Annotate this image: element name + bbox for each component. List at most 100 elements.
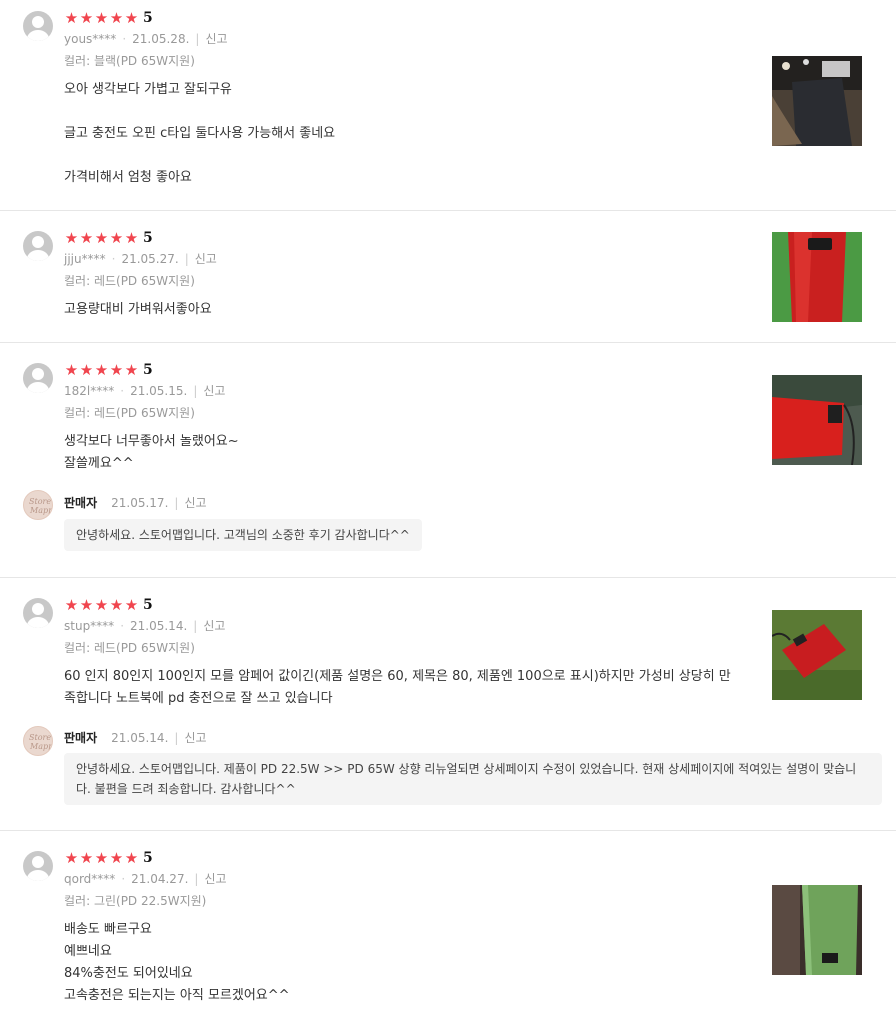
user-avatar (23, 363, 53, 393)
review-line: 배송도 빠르구요 (64, 922, 152, 937)
seller-logo-text: Store (29, 733, 52, 742)
dot-divider: · (120, 618, 125, 633)
report-link[interactable]: 신고 (203, 382, 225, 399)
star-icon: ★ (94, 849, 109, 867)
review-meta: yous**** · 21.05.28. | 신고 (64, 30, 228, 47)
dot-divider: · (111, 251, 116, 266)
star-icon: ★ (109, 849, 124, 867)
star-icon: ★ (79, 9, 94, 27)
review-line: 가격비해서 엄청 좋아요 (64, 170, 192, 185)
rating-score: 5 (143, 10, 153, 26)
seller-logo-text: Mapp (30, 742, 53, 751)
review-meta: qord**** · 21.04.27. | 신고 (64, 870, 227, 887)
divider: | (194, 871, 199, 886)
report-link[interactable]: 신고 (184, 494, 206, 511)
user-avatar (23, 11, 53, 41)
divider: | (184, 251, 189, 266)
review-item: ★ ★ ★ ★ ★ 5 jjju**** · 21.05.27. | 신고 컬러: 레드… (0, 211, 896, 343)
report-link[interactable]: 신고 (184, 729, 206, 746)
username: stup**** (64, 618, 115, 633)
review-item: ★ ★ ★ ★ ★ 5 qord**** · 21.04.27. | 신고 컬러: 그린… (0, 831, 896, 1016)
review-line: 잘쓸께요^^ (64, 456, 134, 471)
review-line: 글고 충전도 오핀 c타입 둘다사용 가능해서 좋네요 (64, 126, 336, 141)
star-icon: ★ (109, 9, 124, 27)
star-rating: ★ ★ ★ ★ ★ 5 (64, 596, 153, 614)
report-link[interactable]: 신고 (195, 250, 217, 267)
username: qord**** (64, 871, 116, 886)
star-icon: ★ (79, 596, 94, 614)
review-date: 21.05.14. (130, 618, 188, 633)
review-line: 84%충전도 되어있네요 (64, 966, 193, 981)
review-meta: jjju**** · 21.05.27. | 신고 (64, 250, 217, 267)
seller-reply-head: 판매자 21.05.14. | 신고 (64, 729, 207, 746)
review-body: 60 인지 80인지 100인지 모를 암페어 값이긴(제품 설명은 60, 제… (64, 666, 734, 710)
divider: | (193, 383, 198, 398)
user-avatar (23, 851, 53, 881)
star-icon: ★ (64, 229, 79, 247)
report-link[interactable]: 신고 (203, 617, 225, 634)
review-photo[interactable] (772, 56, 862, 146)
star-icon: ★ (79, 849, 94, 867)
review-photo[interactable] (772, 885, 862, 975)
report-link[interactable]: 신고 (204, 870, 226, 887)
review-body: 오아 생각보다 가볍고 잘되구유 글고 충전도 오핀 c타입 둘다사용 가능해서… (64, 79, 744, 189)
review-photo[interactable] (772, 375, 862, 465)
star-rating: ★ ★ ★ ★ ★ 5 (64, 229, 153, 247)
seller-logo: Store Mapp (23, 726, 53, 756)
dot-divider: · (120, 383, 125, 398)
product-option: 컬러: 블랙(PD 65W지원) (64, 54, 195, 68)
star-rating: ★ ★ ★ ★ ★ 5 (64, 361, 153, 379)
user-avatar (23, 231, 53, 261)
star-icon: ★ (79, 229, 94, 247)
review-body: 생각보다 너무좋아서 놀랬어요~ 잘쓸께요^^ (64, 431, 744, 475)
username: yous**** (64, 31, 117, 46)
star-icon: ★ (64, 361, 79, 379)
username: jjju**** (64, 251, 106, 266)
star-icon: ★ (64, 596, 79, 614)
review-body: 고용량대비 가벼워서좋아요 (64, 299, 744, 321)
review-line: 고속충전은 되는지는 아직 모르겠어요^^ (64, 988, 290, 1003)
divider: | (195, 31, 200, 46)
review-meta: 182l**** · 21.05.15. | 신고 (64, 382, 225, 399)
divider: | (174, 495, 179, 510)
dot-divider: · (122, 31, 127, 46)
review-line: 예쁘네요 (64, 944, 112, 959)
review-photo[interactable] (772, 610, 862, 700)
star-icon: ★ (109, 361, 124, 379)
star-icon: ★ (94, 361, 109, 379)
seller-reply-date: 21.05.17. (111, 495, 169, 510)
star-rating: ★ ★ ★ ★ ★ 5 (64, 849, 153, 867)
star-icon: ★ (124, 849, 139, 867)
seller-logo-text: Mapp (30, 506, 53, 515)
star-icon: ★ (124, 596, 139, 614)
star-icon: ★ (94, 229, 109, 247)
review-meta: stup**** · 21.05.14. | 신고 (64, 617, 225, 634)
seller-reply-head: 판매자 21.05.17. | 신고 (64, 494, 207, 511)
seller-reply-date: 21.05.14. (111, 730, 169, 745)
review-date: 21.05.28. (132, 31, 190, 46)
review-body: 배송도 빠르구요 예쁘네요 84%충전도 되어있네요 고속충전은 되는지는 아직… (64, 919, 744, 1007)
review-line: 오아 생각보다 가볍고 잘되구유 (64, 82, 232, 97)
dot-divider: · (121, 871, 126, 886)
review-item: ★ ★ ★ ★ ★ 5 182l**** · 21.05.15. | 신고 컬러: 레드… (0, 343, 896, 578)
star-icon: ★ (124, 361, 139, 379)
product-option: 컬러: 레드(PD 65W지원) (64, 641, 195, 655)
review-line: 생각보다 너무좋아서 놀랬어요~ (64, 434, 239, 449)
report-link[interactable]: 신고 (205, 30, 227, 47)
star-icon: ★ (79, 361, 94, 379)
review-line: 60 인지 80인지 100인지 모를 암페어 값이긴(제품 설명은 60, 제… (64, 669, 731, 706)
seller-name: 판매자 (64, 496, 98, 510)
rating-score: 5 (143, 850, 153, 866)
star-icon: ★ (124, 229, 139, 247)
review-date: 21.04.27. (131, 871, 189, 886)
seller-reply: 안녕하세요. 스토어맵입니다. 고객님의 소중한 후기 감사합니다^^ (64, 519, 422, 551)
star-rating: ★ ★ ★ ★ ★ 5 (64, 9, 153, 27)
review-photo[interactable] (772, 232, 862, 322)
review-line: 고용량대비 가벼워서좋아요 (64, 302, 212, 317)
username: 182l**** (64, 383, 115, 398)
divider: | (174, 730, 179, 745)
seller-logo: Store Mapp (23, 490, 53, 520)
rating-score: 5 (143, 597, 153, 613)
rating-score: 5 (143, 230, 153, 246)
divider: | (193, 618, 198, 633)
